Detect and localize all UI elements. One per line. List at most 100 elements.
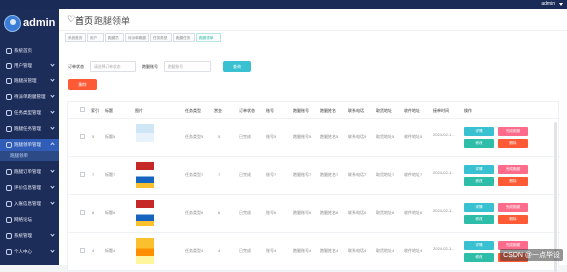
col-reward: 赏金 [214,108,222,113]
cell-runner-name: 跑腿姓名5 [320,134,339,139]
tab-runners[interactable]: 跑腿员 [105,33,124,42]
sidebar-item-profile[interactable]: 个人中心 [0,246,59,258]
cell-status: 已完成 [239,248,251,253]
clipboard-icon [6,142,12,148]
delete-button[interactable]: 删除 [498,139,528,148]
complete-button[interactable]: 完成跑腿 [498,127,528,136]
cell-status: 已完成 [239,172,251,177]
chevron-down-icon [50,200,55,205]
status-label: 订单状态 [68,64,84,69]
top-username[interactable]: admin [541,1,555,7]
delete-button[interactable]: 删除 [498,177,528,186]
sidebar-username: admin [23,17,56,29]
task-image [136,162,154,188]
home-icon [6,48,12,54]
cell-reward: 5 [218,134,221,139]
cell-type: 任务类型7 [185,172,204,177]
runner-input[interactable]: 跑腿账号 [164,61,211,72]
sidebar-item-forum[interactable]: 网络论坛 [0,214,59,226]
sidebar-item-pending[interactable]: 待派单跑腿管理 [0,91,59,103]
row-checkbox[interactable] [80,134,85,139]
batch-delete-button[interactable]: 删除 [68,79,97,90]
row-checkbox[interactable] [80,172,85,177]
tab-tasks[interactable]: 跑腿任务 [173,33,195,42]
edit-button[interactable]: 修改 [464,177,494,186]
edit-button[interactable]: 修改 [464,215,494,224]
cell-time: 2024-02-1... [433,208,455,213]
sidebar-item-system[interactable]: 系统管理 [0,230,59,242]
table-row: 7 标题7 任务类型7 7 已完成 账号7 跑腿账号7 跑腿姓名7 联系电话7 取货地址7 收件地址… [68,156,560,194]
cell-account: 账号4 [266,248,277,253]
sidebar-item-orders[interactable]: 跑腿订单管理 [0,166,59,178]
chevron-down-icon [50,232,55,237]
cell-runner-name: 跑腿姓名6 [320,210,339,215]
edit-button[interactable]: 修改 [464,139,494,148]
search-button[interactable]: 查询 [223,61,251,72]
tab-pending[interactable]: 待派单跑腿 [125,33,149,42]
view-button[interactable]: 详情 [464,127,494,136]
chevron-down-icon[interactable] [559,3,563,6]
avatar [4,15,21,32]
complete-button[interactable]: 完成跑腿 [498,165,528,174]
cell-index: 7 [92,172,95,177]
page-title: 跑腿领单 [94,16,131,26]
col-status: 订单状态 [239,108,255,113]
cell-time: 2024-02-1... [433,132,455,137]
cell-delivery: 收件地址4 [404,248,423,253]
cell-phone: 联系电话4 [348,248,367,253]
cell-account: 账号5 [266,134,277,139]
cell-index: 6 [92,210,95,215]
sidebar-item-home[interactable]: 系统首页 [0,45,59,57]
cell-pickup: 取货地址5 [376,134,395,139]
cell-phone: 联系电话6 [348,210,367,215]
tab-users[interactable]: 用户 [87,33,104,42]
people-icon [6,78,12,84]
cell-phone: 联系电话5 [348,134,367,139]
tab-home[interactable]: 系统首页 [65,33,86,42]
sidebar-item-income[interactable]: 入账信息管理 [0,198,59,210]
view-button[interactable]: 详情 [464,241,494,250]
select-all-checkbox[interactable] [80,107,85,112]
cell-delivery: 收件地址6 [404,210,423,215]
cell-title: 标题7 [105,172,116,177]
cell-status: 已完成 [239,210,251,215]
col-runner-account: 跑腿账号 [293,108,309,113]
cell-runner-name: 跑腿姓名7 [320,172,339,177]
data-table: 索引 标题 图片 任务类型 赏金 订单状态 账号 跑腿账号 跑腿姓名 联系电话 … [67,101,560,272]
cell-type: 任务类型4 [185,248,204,253]
cell-type: 任务类型5 [185,134,204,139]
status-select[interactable]: 请选择订单状态 [90,61,136,72]
tab-task-types[interactable]: 任务类型 [150,33,172,42]
delete-button[interactable]: 删除 [498,215,528,224]
chevron-down-icon [50,248,55,253]
cell-delivery: 收件地址5 [404,134,423,139]
user-icon [6,63,12,69]
breadcrumb-home[interactable]: 首页 [75,14,93,27]
sidebar-item-tasks[interactable]: 跑腿任务管理 [0,123,59,135]
col-pickup: 取货地址 [376,108,392,113]
cell-index: 4 [92,248,95,253]
sidebar-subitem-orders-taken[interactable]: 跑腿领单 [0,151,59,161]
row-checkbox[interactable] [80,210,85,215]
chevron-down-icon [50,77,55,82]
tab-orders-taken[interactable]: 跑腿领单 [196,33,221,42]
chevron-down-icon [50,184,55,189]
cell-runner-name: 跑腿姓名4 [320,248,339,253]
cell-reward: 6 [218,210,221,215]
complete-button[interactable]: 完成跑腿 [498,203,528,212]
cell-runner-account: 跑腿账号7 [293,172,312,177]
sidebar-item-reviews[interactable]: 评价信息管理 [0,182,59,194]
cell-pickup: 取货地址6 [376,210,395,215]
sidebar-item-runners[interactable]: 跑腿员管理 [0,75,59,87]
view-button[interactable]: 详情 [464,203,494,212]
sidebar-item-users[interactable]: 用户管理 [0,60,59,72]
star-icon [6,185,12,191]
cell-pickup: 取货地址7 [376,172,395,177]
view-button[interactable]: 详情 [464,165,494,174]
sidebar-item-task-types[interactable]: 任务类型管理 [0,107,59,119]
sidebar-item-orders-taken[interactable]: 跑腿领单管理 [0,139,59,151]
edit-button[interactable]: 修改 [464,253,494,262]
chevron-up-icon [50,142,55,147]
table-row: 5 标题5 任务类型5 5 已完成 账号5 跑腿账号5 跑腿姓名5 联系电话5 取货地址5 收件地址… [68,118,560,156]
row-checkbox[interactable] [80,248,85,253]
